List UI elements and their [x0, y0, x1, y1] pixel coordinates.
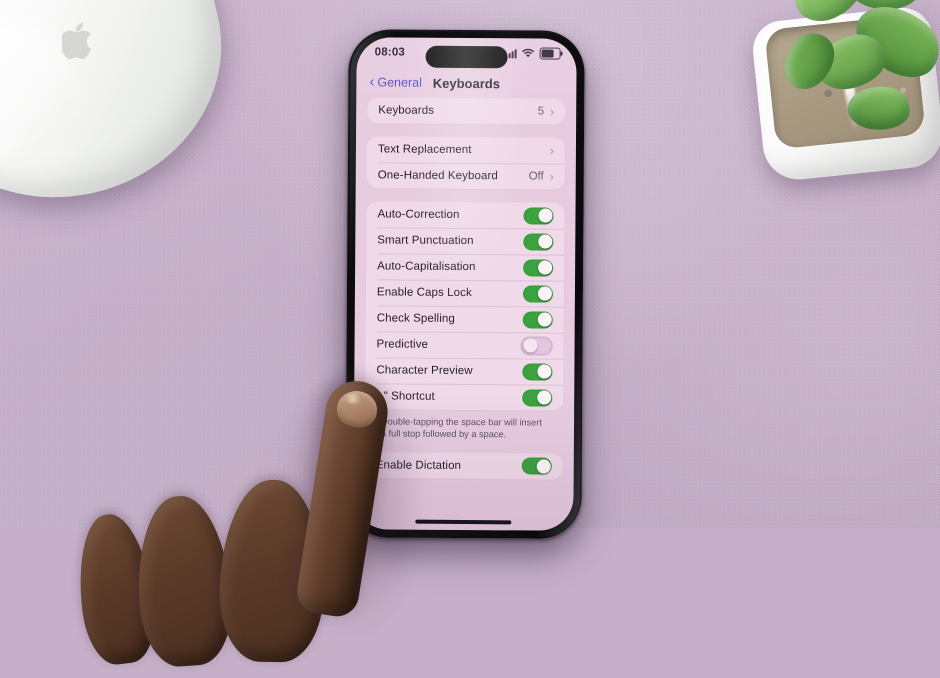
dynamic-island: [425, 45, 508, 69]
apple-logo-icon: [62, 22, 93, 59]
back-button-label: General: [377, 75, 422, 90]
chevron-left-icon: ‹: [369, 73, 375, 91]
row-predictive[interactable]: Predictive: [365, 331, 563, 358]
row-label: Text Replacement: [377, 143, 472, 157]
toggle-auto-correction[interactable]: [523, 206, 554, 225]
row-enable-dictation[interactable]: Enable Dictation: [365, 452, 563, 479]
status-icons: [505, 47, 561, 60]
row-label: "." Shortcut: [376, 390, 435, 403]
settings-group-text: Text Replacement › One-Handed Keyboard O…: [366, 136, 566, 190]
row-label: Predictive: [376, 338, 429, 351]
row-keyboards[interactable]: Keyboards 5 ›: [367, 97, 565, 124]
iphone-device: 08:03 ‹ General Keyboards Keyboards 5 › …: [345, 29, 585, 539]
toggle-predictive[interactable]: [520, 335, 553, 356]
wifi-icon: [521, 48, 535, 58]
row-label: Auto-Correction: [377, 208, 460, 221]
row-check-spelling[interactable]: Check Spelling: [366, 305, 564, 332]
succulent-plant: [720, 0, 940, 192]
nav-bar: ‹ General Keyboards: [356, 67, 576, 99]
settings-list: Keyboards 5 › Text Replacement › One-Han…: [354, 97, 577, 480]
settings-group-keyboards: Keyboards 5 ›: [367, 97, 566, 125]
phone-screen[interactable]: 08:03 ‹ General Keyboards Keyboards 5 › …: [353, 37, 577, 531]
row-value: 5: [537, 105, 545, 118]
mouse-gloss-highlight: [54, 0, 139, 2]
home-indicator[interactable]: [415, 519, 512, 525]
row-smart-punctuation[interactable]: Smart Punctuation: [366, 227, 564, 254]
back-button-general[interactable]: ‹ General: [369, 73, 422, 91]
row-label: Check Spelling: [376, 312, 455, 325]
row-accessory: Off ›: [528, 169, 554, 184]
toggle-check-spelling[interactable]: [522, 310, 553, 329]
settings-group-dictation: Enable Dictation: [364, 452, 563, 480]
row-text-replacement[interactable]: Text Replacement ›: [367, 136, 565, 163]
chevron-right-icon: ›: [549, 143, 554, 158]
row-auto-correction[interactable]: Auto-Correction: [366, 201, 564, 228]
toggle-smart-punctuation[interactable]: [523, 232, 554, 251]
chevron-right-icon: ›: [549, 169, 554, 184]
chevron-right-icon: ›: [550, 104, 555, 119]
row-auto-capitalisation[interactable]: Auto-Capitalisation: [366, 253, 564, 280]
row-label: Enable Caps Lock: [376, 286, 472, 300]
toggle-enable-caps-lock[interactable]: [522, 284, 553, 303]
toggle-auto-capitalisation[interactable]: [523, 258, 554, 277]
row-label: Character Preview: [376, 364, 473, 378]
row-character-preview[interactable]: Character Preview: [365, 357, 563, 384]
row-value: Off: [528, 170, 544, 183]
row-accessory: 5 ›: [537, 104, 555, 119]
row-enable-caps-lock[interactable]: Enable Caps Lock: [366, 279, 564, 306]
row-label: Auto-Capitalisation: [377, 260, 476, 274]
footnote-period-shortcut: Double-tapping the space bar will insert…: [380, 416, 542, 440]
status-bar: 08:03: [357, 37, 577, 69]
row-accessory: ›: [544, 143, 554, 158]
row-label: One-Handed Keyboard: [377, 169, 498, 183]
toggle-enable-dictation[interactable]: [521, 457, 552, 475]
row-label: Enable Dictation: [375, 459, 462, 472]
toggle-character-preview[interactable]: [522, 362, 553, 381]
row-one-handed-keyboard[interactable]: One-Handed Keyboard Off ›: [367, 162, 565, 189]
settings-group-all-keyboards: Auto-Correction Smart Punctuation Auto-C…: [365, 201, 565, 411]
battery-icon: [539, 47, 561, 60]
row-label: Smart Punctuation: [377, 234, 474, 248]
status-time: 08:03: [374, 46, 406, 59]
toggle-period-shortcut[interactable]: [522, 388, 553, 407]
knuckle: [71, 510, 161, 668]
row-period-shortcut[interactable]: "." Shortcut: [365, 383, 563, 410]
row-label: Keyboards: [378, 104, 435, 117]
